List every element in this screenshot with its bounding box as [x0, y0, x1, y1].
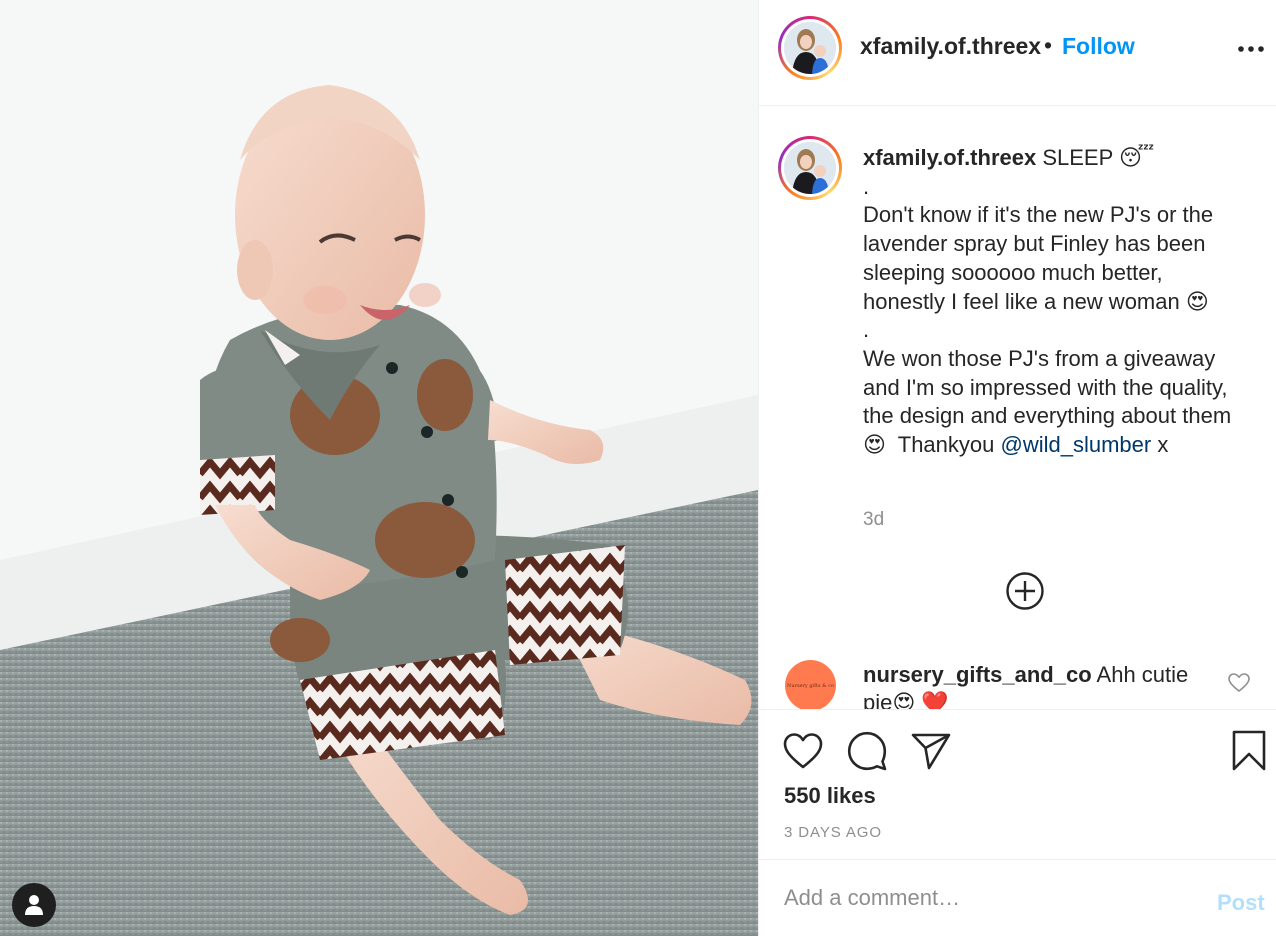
author-avatar[interactable]: [778, 16, 842, 80]
caption-timestamp[interactable]: 3d: [863, 509, 884, 531]
avatar-image: [784, 142, 836, 194]
commenter-avatar[interactable]: Nursery gifts & co: [785, 660, 836, 709]
caption-username[interactable]: xfamily.of.threex: [863, 145, 1036, 170]
post-caption: xfamily.of.threex SLEEP 😴 . Don't know i…: [863, 144, 1243, 460]
avatar-logo-text: Nursery gifts & co: [787, 682, 834, 689]
bookmark-icon: [1232, 730, 1266, 771]
comment-text: nursery_gifts_and_co Ahh cutie pie😍 ❤️: [863, 661, 1213, 709]
caption-line: .: [863, 317, 870, 343]
user-icon: [25, 895, 43, 915]
caption-line: SLEEP 😴: [1042, 145, 1155, 170]
author-username[interactable]: xfamily.of.threex: [860, 33, 1041, 60]
mention-link[interactable]: @wild_slumber: [1001, 432, 1152, 457]
tagged-users-button[interactable]: [12, 883, 56, 927]
post-details-panel: xfamily.of.threex • Follow xfamily.of.th…: [758, 0, 1276, 936]
heart-icon: [1228, 673, 1250, 692]
comment-item: Nursery gifts & co nursery_gifts_and_co …: [759, 658, 1276, 709]
follow-button[interactable]: Follow: [1062, 33, 1135, 60]
add-comment-bar: Post: [759, 859, 1276, 936]
comment-like-button[interactable]: [1227, 671, 1251, 695]
more-options-icon: [1238, 46, 1264, 52]
avatar-image: [784, 22, 836, 74]
comment-input[interactable]: [784, 880, 1184, 916]
caption-line: .: [863, 173, 870, 199]
commenter-username[interactable]: nursery_gifts_and_co: [863, 662, 1092, 687]
load-more-comments-button[interactable]: [1005, 571, 1045, 611]
share-button[interactable]: [909, 729, 953, 773]
post-actions: 550 likes 3 DAYS AGO: [759, 709, 1276, 859]
caption-author-avatar[interactable]: [778, 136, 842, 200]
caption-line: Don't know if it's the new PJ's or the l…: [863, 202, 1220, 314]
comment-button[interactable]: [845, 729, 889, 773]
plus-circle-icon: [1006, 572, 1044, 610]
heart-icon: [783, 733, 823, 769]
comment-icon: [847, 731, 887, 771]
likes-count[interactable]: 550 likes: [784, 783, 876, 809]
more-options-button[interactable]: [1233, 34, 1269, 62]
separator-dot: •: [1044, 32, 1053, 58]
like-button[interactable]: [781, 729, 825, 773]
share-icon: [911, 733, 951, 770]
post-timestamp[interactable]: 3 DAYS AGO: [784, 824, 882, 841]
save-button[interactable]: [1227, 729, 1271, 773]
caption-end-text: x: [1151, 432, 1169, 458]
post-header: xfamily.of.threex • Follow: [759, 0, 1276, 106]
photo-image: [0, 0, 758, 936]
post-photo[interactable]: [0, 0, 758, 936]
post-comment-button[interactable]: Post: [1217, 890, 1265, 916]
comments-section[interactable]: xfamily.of.threex SLEEP 😴 . Don't know i…: [759, 106, 1276, 709]
